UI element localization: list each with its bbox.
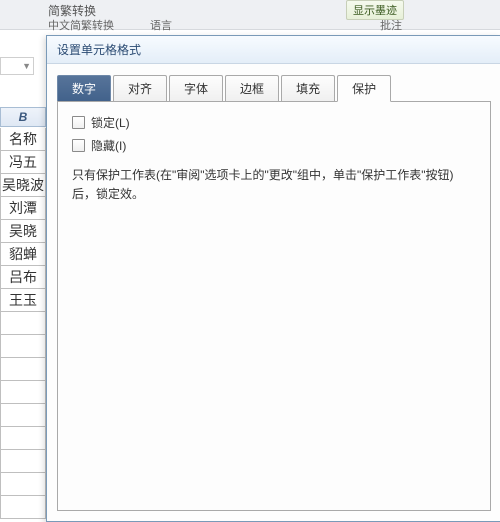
- tab-fill[interactable]: 填充: [281, 75, 335, 102]
- dialog-title: 设置单元格格式: [47, 36, 500, 64]
- checkbox-hide[interactable]: [72, 139, 85, 152]
- format-cells-dialog: 设置单元格格式 数字 对齐 字体 边框 填充 保护 锁定(L) 隐藏(I) 只有…: [46, 35, 500, 522]
- column-header-b[interactable]: B: [0, 107, 46, 127]
- ribbon-group-label-language: 语言: [150, 17, 172, 33]
- cell[interactable]: [0, 335, 46, 358]
- cell[interactable]: 吴晓: [0, 220, 46, 243]
- cell[interactable]: [0, 427, 46, 450]
- cell[interactable]: [0, 404, 46, 427]
- ribbon-group-label-simp-trad: 中文简繁转换: [48, 17, 114, 33]
- checkbox-row-lock[interactable]: 锁定(L): [72, 114, 476, 131]
- tabs: 数字 对齐 字体 边框 填充 保护: [57, 75, 491, 102]
- name-box[interactable]: ▼: [0, 57, 34, 75]
- tab-font[interactable]: 字体: [169, 75, 223, 102]
- cells-column: 名称 冯五 吴晓波 刘潭 吴晓 貂蝉 吕布 王玉: [0, 128, 46, 519]
- cell[interactable]: [0, 381, 46, 404]
- cell[interactable]: 吕布: [0, 266, 46, 289]
- checkbox-lock[interactable]: [72, 116, 85, 129]
- checkbox-row-hide[interactable]: 隐藏(I): [72, 137, 476, 154]
- checkbox-lock-label: 锁定(L): [91, 114, 130, 131]
- tab-number[interactable]: 数字: [57, 75, 111, 102]
- cell[interactable]: 貂蝉: [0, 243, 46, 266]
- dropdown-icon: ▼: [22, 61, 31, 71]
- cell[interactable]: [0, 358, 46, 381]
- cell[interactable]: [0, 312, 46, 335]
- cell[interactable]: 名称: [0, 128, 46, 151]
- cell[interactable]: [0, 473, 46, 496]
- cell[interactable]: [0, 496, 46, 519]
- tab-protection[interactable]: 保护: [337, 75, 391, 102]
- ribbon-button-ink[interactable]: 显示墨迹: [346, 0, 404, 20]
- tab-border[interactable]: 边框: [225, 75, 279, 102]
- cell[interactable]: 吴晓波: [0, 174, 46, 197]
- tabs-container: 数字 对齐 字体 边框 填充 保护: [47, 64, 500, 101]
- checkbox-hide-label: 隐藏(I): [91, 137, 126, 154]
- cell[interactable]: 冯五: [0, 151, 46, 174]
- protection-hint-text: 只有保护工作表(在"审阅"选项卡上的"更改"组中，单击"保护工作表"按钮)后，锁…: [72, 166, 476, 204]
- cell[interactable]: 王玉: [0, 289, 46, 312]
- cell[interactable]: [0, 450, 46, 473]
- tab-alignment[interactable]: 对齐: [113, 75, 167, 102]
- tab-panel-protection: 锁定(L) 隐藏(I) 只有保护工作表(在"审阅"选项卡上的"更改"组中，单击"…: [57, 101, 491, 511]
- cell[interactable]: 刘潭: [0, 197, 46, 220]
